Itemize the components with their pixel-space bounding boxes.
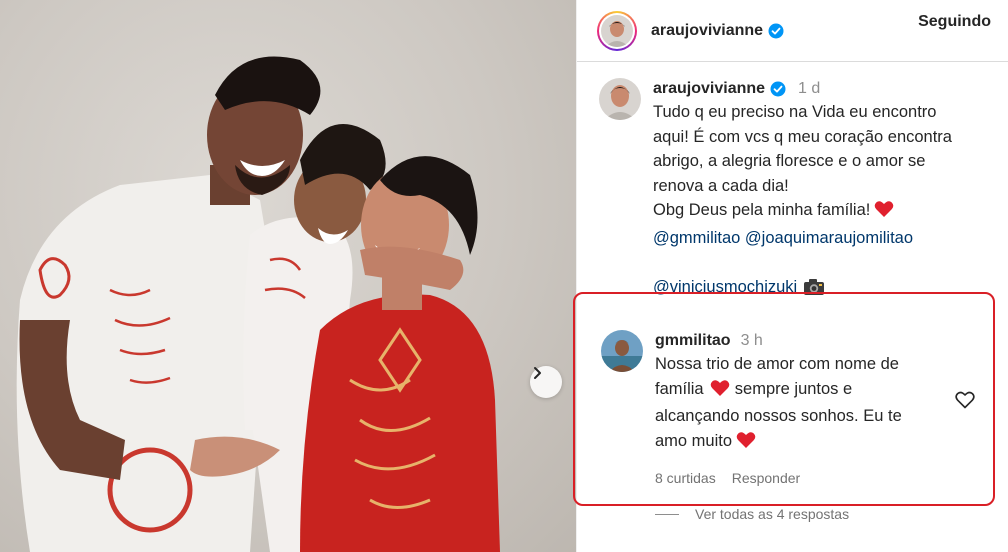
caption-line: abrigo, a alegria floresce e o amor se [653,152,926,171]
caption-text: Tudo q eu preciso na Vida eu encontro aq… [653,100,993,226]
comment-username[interactable]: gmmilitao [655,332,731,350]
verified-badge-icon [768,23,784,39]
caption-timestamp[interactable]: 1 d [798,80,820,98]
caption-line: Tudo q eu preciso na Vida eu encontro [653,103,937,121]
comment-line: sempre juntos e [734,379,853,398]
comment-likes-count[interactable]: 8 curtidas [655,470,716,486]
following-button[interactable]: Seguindo [918,13,991,31]
comment-avatar[interactable] [601,330,643,372]
story-ring-avatar[interactable] [597,10,637,51]
caption-line: renova a cada dia! [653,176,789,195]
comment-text: Nossa trio de amor com nome de família s… [655,352,955,456]
highlighted-comment: gmmilitao 3 h Nossa trio de amor com nom… [573,292,995,506]
red-heart-emoji-icon [874,200,894,226]
replies-divider [655,513,679,515]
comment-line: amo muito [655,431,733,450]
next-photo-button[interactable] [530,366,562,398]
view-replies-label: Ver todas as 4 respostas [695,506,850,522]
red-heart-emoji-icon [710,379,730,405]
comment-line: Nossa trio de amor com nome de [655,355,899,373]
verified-badge-icon [770,81,786,97]
post-side-panel: araujovivianne Seguindo araujovivianne 1… [573,0,1008,552]
caption-avatar[interactable] [599,78,641,120]
post-photo [0,0,576,552]
avatar [601,14,633,47]
caption-line: Obg Deus pela minha família! [653,201,871,220]
caption-mentions[interactable]: @gmmilitao @joaquimaraujomilitao [653,226,993,251]
red-heart-emoji-icon [736,431,756,457]
comment-timestamp[interactable]: 3 h [741,332,763,350]
caption-line: aqui! É com vcs q meu coração encontra [653,127,952,146]
reply-button[interactable]: Responder [732,470,801,486]
family-photo-illustration [16,56,500,552]
heart-outline-icon[interactable] [955,391,975,414]
chevron-right-icon [534,367,541,379]
comment-line: alcançando nossos sonhos. Eu te [655,407,902,426]
comment-line: família [655,379,704,398]
header-username[interactable]: araujovivianne [651,22,763,40]
view-replies-link[interactable]: Ver todas as 4 respostas [655,506,849,522]
post-header: araujovivianne Seguindo [577,0,1008,62]
caption-username[interactable]: araujovivianne [653,80,765,98]
